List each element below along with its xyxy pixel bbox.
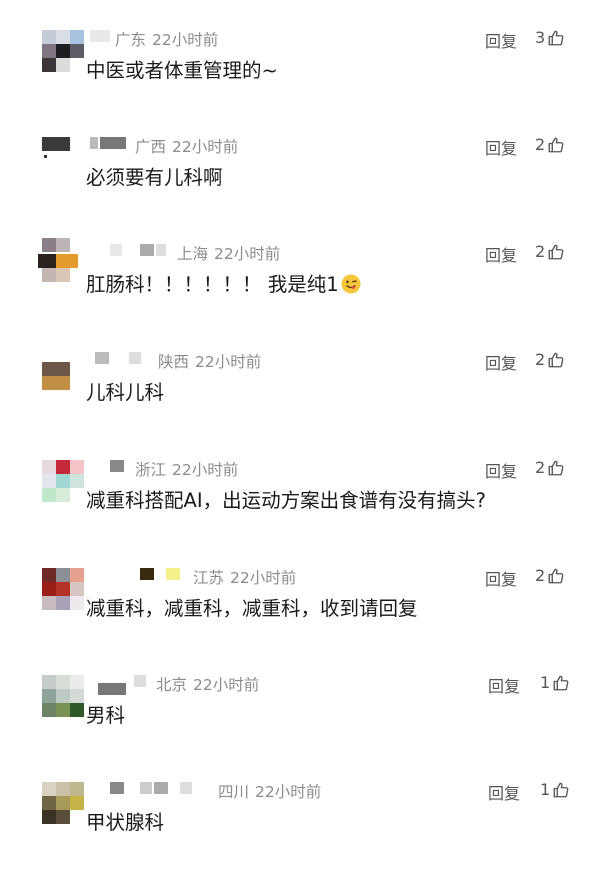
comment-meta: 北京 22小时前: [156, 673, 259, 695]
username-redacted[interactable]: [110, 782, 210, 798]
comment-item: 陕西 22小时前 回复 2 儿科儿科: [0, 350, 600, 452]
username-redacted[interactable]: [110, 460, 130, 476]
avatar[interactable]: [42, 675, 84, 717]
avatar[interactable]: [38, 238, 84, 286]
comment-item: 广东 22小时前 回复 3 中医或者体重管理的~: [0, 28, 600, 130]
avatar[interactable]: [42, 568, 84, 610]
location-label: 广东: [115, 31, 147, 49]
thumbs-up-icon: [553, 675, 569, 690]
comment-item: 广西 22小时前 回复 2 必须要有儿科啊: [0, 135, 600, 237]
reply-button[interactable]: 回复: [488, 673, 520, 697]
location-label: 江苏: [193, 569, 225, 587]
comment-text: 儿科儿科: [86, 381, 165, 404]
comment-meta: 上海 22小时前: [177, 242, 280, 264]
thumbs-up-icon: [553, 782, 569, 797]
reply-button[interactable]: 回复: [485, 135, 517, 159]
username-redacted[interactable]: [95, 352, 155, 368]
reply-button[interactable]: 回复: [485, 242, 517, 266]
like-button[interactable]: 2: [535, 458, 565, 477]
avatar[interactable]: [42, 137, 84, 179]
comment-item: 北京 22小时前 回复 1 男科: [0, 673, 600, 775]
comment-text: 男科: [86, 704, 126, 727]
comment-text: 减重科搭配AI，出运动方案出食谱有没有搞头?: [86, 489, 486, 512]
reply-button[interactable]: 回复: [485, 458, 517, 482]
username-redacted[interactable]: [90, 137, 130, 153]
like-button[interactable]: 2: [535, 135, 565, 154]
avatar[interactable]: [42, 352, 84, 394]
comment-text: 甲状腺科: [86, 811, 165, 834]
timestamp: 22小时前: [152, 31, 219, 49]
like-button[interactable]: 2: [535, 242, 565, 261]
like-button[interactable]: 3: [535, 28, 565, 47]
avatar[interactable]: [42, 782, 84, 824]
comment-item: 上海 22小时前 回复 2 肛肠科！！！！！！ 我是纯1: [0, 238, 600, 344]
comment-item: 浙江 22小时前 回复 2 减重科搭配AI，出运动方案出食谱有没有搞头?: [0, 458, 600, 560]
comment-meta: 广东 22小时前: [115, 28, 218, 50]
like-count: 2: [535, 458, 546, 477]
reply-button[interactable]: 回复: [485, 350, 517, 374]
thumbs-up-icon: [548, 568, 564, 583]
avatar[interactable]: [42, 30, 84, 72]
like-count: 1: [540, 673, 551, 692]
username-redacted[interactable]: [130, 568, 190, 584]
timestamp: 22小时前: [214, 245, 281, 263]
location-label: 北京: [156, 676, 188, 694]
reply-button[interactable]: 回复: [485, 28, 517, 52]
location-label: 浙江: [135, 461, 167, 479]
timestamp: 22小时前: [193, 676, 260, 694]
timestamp: 22小时前: [230, 569, 297, 587]
like-count: 2: [535, 566, 546, 585]
comment-text: 中医或者体重管理的~: [86, 59, 278, 82]
comment-text: 肛肠科！！！！！！ 我是纯1: [86, 268, 361, 297]
timestamp: 22小时前: [195, 353, 262, 371]
thumbs-up-icon: [548, 137, 564, 152]
like-button[interactable]: 2: [535, 566, 565, 585]
like-button[interactable]: 1: [540, 673, 570, 692]
comment-text: 减重科，减重科，减重科，收到请回复: [86, 597, 418, 620]
avatar[interactable]: [42, 460, 84, 502]
like-count: 2: [535, 350, 546, 369]
thumbs-up-icon: [548, 30, 564, 45]
timestamp: 22小时前: [172, 138, 239, 156]
comment-text: 必须要有儿科啊: [86, 166, 223, 189]
like-button[interactable]: 2: [535, 350, 565, 369]
username-redacted[interactable]: [90, 30, 110, 46]
timestamp: 22小时前: [172, 461, 239, 479]
reply-button[interactable]: 回复: [485, 566, 517, 590]
comment-meta: 陕西 22小时前: [158, 350, 261, 372]
comment-meta: 四川 22小时前: [218, 780, 321, 802]
comment-item: 四川 22小时前 回复 1 甲状腺科: [0, 780, 600, 882]
comment-meta: 广西 22小时前: [135, 135, 238, 157]
location-label: 上海: [177, 245, 209, 263]
like-button[interactable]: 1: [540, 780, 570, 799]
like-count: 1: [540, 780, 551, 799]
location-label: 陕西: [158, 353, 190, 371]
timestamp: 22小时前: [255, 783, 322, 801]
like-count: 3: [535, 28, 546, 47]
comment-text-content: 肛肠科！！！！！！ 我是纯1: [86, 273, 339, 296]
winking-face-tongue-emoji: [341, 274, 361, 294]
comment-item: 江苏 22小时前 回复 2 减重科，减重科，减重科，收到请回复: [0, 566, 600, 668]
like-count: 2: [535, 135, 546, 154]
reply-button[interactable]: 回复: [488, 780, 520, 804]
location-label: 广西: [135, 138, 167, 156]
like-count: 2: [535, 242, 546, 261]
comment-meta: 江苏 22小时前: [193, 566, 296, 588]
thumbs-up-icon: [548, 460, 564, 475]
thumbs-up-icon: [548, 244, 564, 259]
thumbs-up-icon: [548, 352, 564, 367]
comment-meta: 浙江 22小时前: [135, 458, 238, 480]
location-label: 四川: [218, 783, 250, 801]
username-redacted[interactable]: [110, 244, 170, 260]
username-redacted[interactable]: [98, 675, 153, 695]
